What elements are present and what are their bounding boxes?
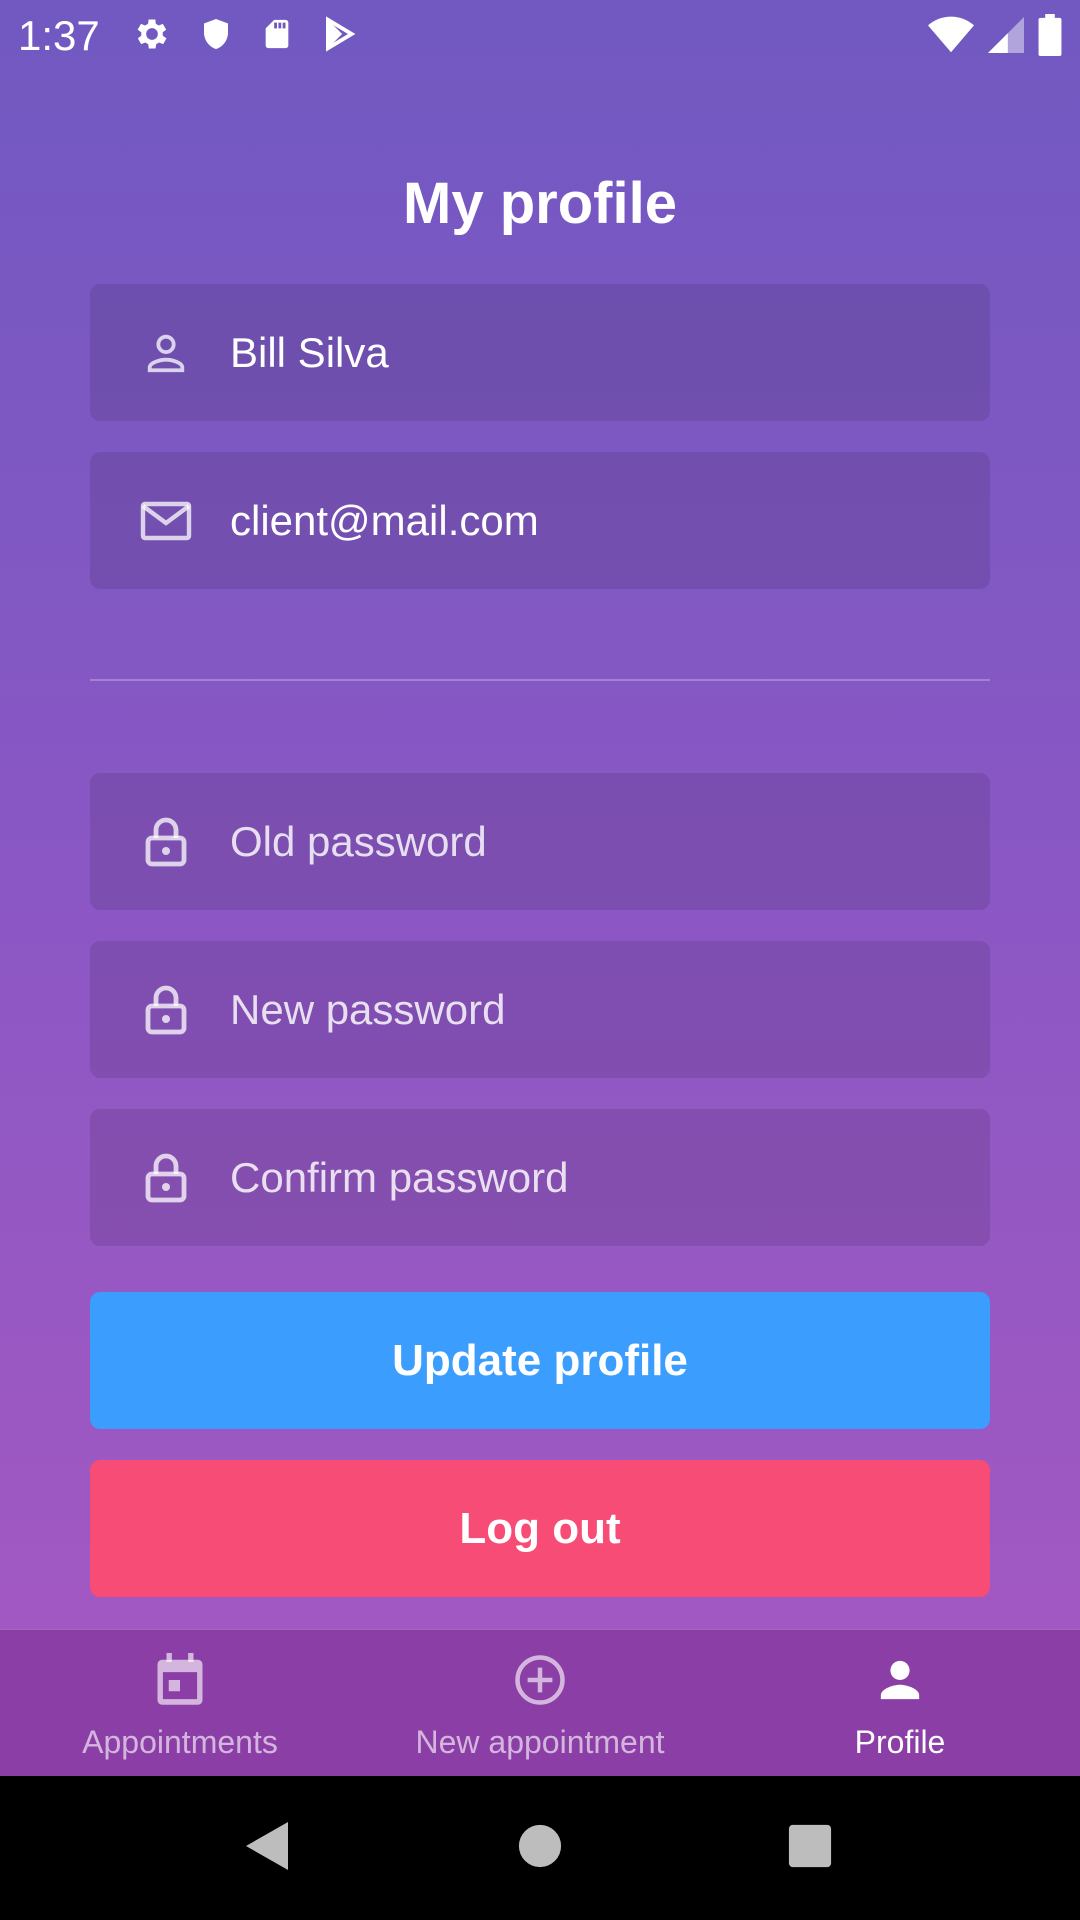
- sd-card-icon: [260, 14, 294, 54]
- name-value: Bill Silva: [230, 328, 389, 376]
- lock-icon: [138, 1150, 194, 1206]
- tab-new-appointment-label: New appointment: [415, 1724, 665, 1760]
- play-store-icon: [320, 14, 358, 54]
- new-password-placeholder: New password: [230, 985, 506, 1033]
- tab-appointments[interactable]: Appointments: [0, 1630, 360, 1777]
- section-divider: [90, 679, 990, 681]
- add-circle-icon: [512, 1652, 568, 1708]
- back-button[interactable]: [240, 1820, 296, 1876]
- user-icon: [138, 325, 194, 381]
- new-password-field[interactable]: New password: [90, 941, 990, 1078]
- settings-icon: [132, 14, 172, 54]
- battery-icon: [1038, 14, 1062, 56]
- home-icon: [517, 1823, 563, 1874]
- home-button[interactable]: [512, 1820, 568, 1876]
- calendar-icon: [152, 1652, 208, 1708]
- old-password-placeholder: Old password: [230, 817, 487, 865]
- signal-icon: [988, 15, 1024, 55]
- email-value: client@mail.com: [230, 496, 539, 544]
- profile-screen: 1:37 My profile Bill Silva client@mail.c…: [0, 0, 1080, 1920]
- update-profile-button[interactable]: Update profile: [90, 1292, 990, 1429]
- tab-new-appointment[interactable]: New appointment: [360, 1630, 720, 1777]
- recents-button[interactable]: [782, 1820, 838, 1876]
- tab-profile[interactable]: Profile: [720, 1630, 1080, 1777]
- wifi-icon: [928, 15, 974, 55]
- status-bar: 1:37: [0, 0, 1080, 72]
- page-title: My profile: [403, 171, 677, 236]
- bottom-tab-bar: Appointments New appointment Profile: [0, 1629, 1080, 1777]
- logout-button[interactable]: Log out: [90, 1460, 990, 1597]
- recents-icon: [787, 1823, 833, 1874]
- status-time: 1:37: [18, 12, 100, 59]
- system-nav-bar: [0, 1776, 1080, 1920]
- tab-profile-label: Profile: [854, 1724, 946, 1760]
- email-field[interactable]: client@mail.com: [90, 452, 990, 589]
- name-field[interactable]: Bill Silva: [90, 284, 990, 421]
- lock-icon: [138, 814, 194, 870]
- person-icon: [872, 1652, 928, 1708]
- status-right-icons: [928, 14, 1062, 56]
- back-icon: [244, 1820, 292, 1877]
- shield-icon: [198, 14, 234, 54]
- confirm-password-field[interactable]: Confirm password: [90, 1109, 990, 1246]
- old-password-field[interactable]: Old password: [90, 773, 990, 910]
- mail-icon: [138, 493, 194, 549]
- status-left-icons: [132, 14, 358, 54]
- confirm-password-placeholder: Confirm password: [230, 1153, 569, 1201]
- lock-icon: [138, 982, 194, 1038]
- tab-appointments-label: Appointments: [82, 1724, 278, 1760]
